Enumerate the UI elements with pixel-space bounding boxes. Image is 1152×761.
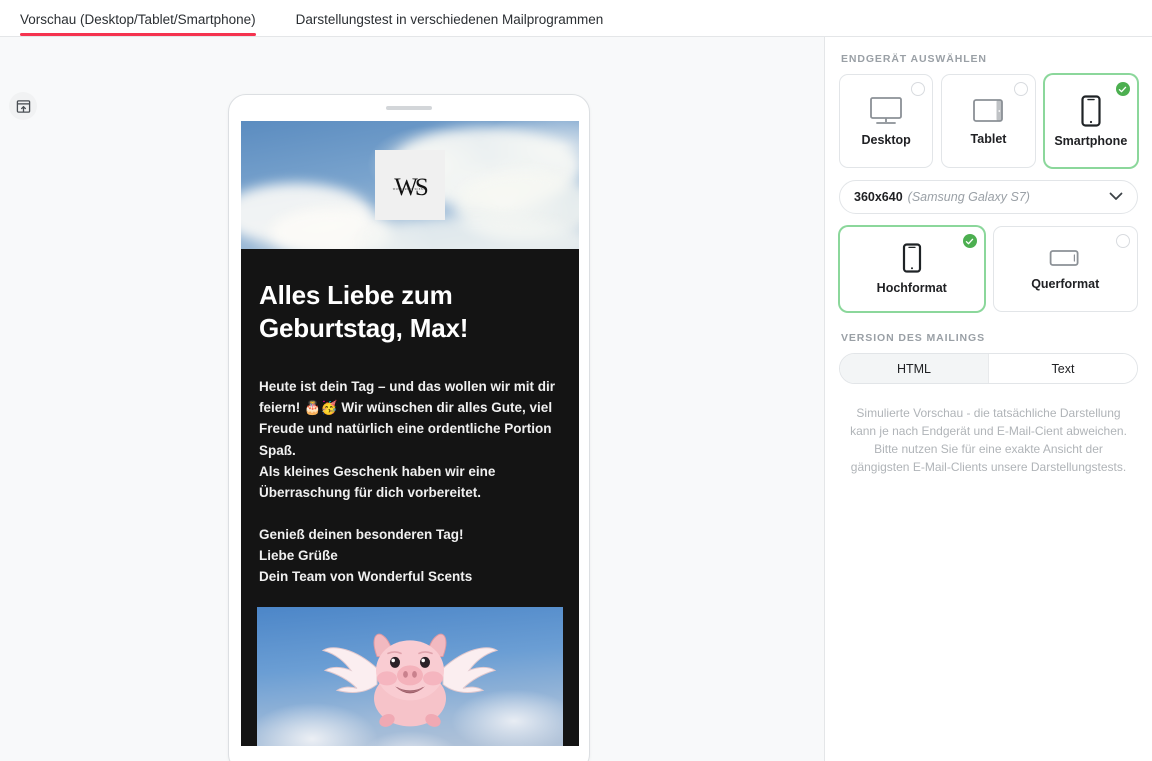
version-section-title: VERSION DES MAILINGS [841,332,1138,344]
device-section-title: ENDGERÄT AUSWÄHLEN [841,53,1138,65]
email-footer-image-wrap [241,599,579,746]
orientation-card-row: Hochformat Querformat [839,226,1138,312]
preview-area: WS WONDERFUL SCENTS Alles Liebe zum Gebu… [0,37,825,761]
email-hero-image: WS WONDERFUL SCENTS [241,121,579,249]
tab-darstellungstest[interactable]: Darstellungstest in verschiedenen Mailpr… [276,13,624,37]
orientation-card-landscape[interactable]: Querformat [993,226,1139,312]
orientation-radio-landscape[interactable] [1116,234,1130,248]
flying-pig-illustration [315,615,505,745]
tab-vorschau-label: Vorschau (Desktop/Tablet/Smartphone) [20,12,256,27]
phone-screen: WS WONDERFUL SCENTS Alles Liebe zum Gebu… [241,121,579,746]
orientation-label-portrait: Hochformat [877,281,947,295]
phone-speaker [386,106,432,110]
device-card-desktop[interactable]: Desktop [839,74,933,168]
version-segmented-control: HTML Text [839,353,1138,384]
tab-darstellungstest-label: Darstellungstest in verschiedenen Mailpr… [296,12,604,27]
resolution-value: 360x640 [854,190,903,204]
preview-hint-text: Simulierte Vorschau - die tatsächliche D… [839,404,1138,476]
brand-logo-subtext: WONDERFUL SCENTS [393,188,428,191]
device-radio-tablet[interactable] [1014,82,1028,96]
flying-pig-image [257,607,563,746]
device-card-smartphone[interactable]: Smartphone [1044,74,1138,168]
device-radio-smartphone[interactable] [1116,82,1130,96]
device-radio-desktop[interactable] [911,82,925,96]
settings-sidebar: ENDGERÄT AUSWÄHLEN Desktop Tablet [825,37,1152,761]
tab-vorschau[interactable]: Vorschau (Desktop/Tablet/Smartphone) [0,13,276,37]
check-icon [1118,85,1127,94]
version-option-text-label: Text [1052,362,1075,376]
resolution-device-note: (Samsung Galaxy S7) [908,190,1030,204]
device-label-tablet: Tablet [971,132,1007,146]
device-label-desktop: Desktop [862,133,911,147]
desktop-monitor-icon [867,96,905,126]
phone-frame: WS WONDERFUL SCENTS Alles Liebe zum Gebu… [228,94,590,761]
portrait-phone-icon [902,243,922,273]
orientation-card-portrait[interactable]: Hochformat [839,226,985,312]
chevron-down-icon [1109,190,1123,204]
landscape-phone-icon [1049,247,1081,269]
tablet-icon [971,97,1005,125]
main-content: WS WONDERFUL SCENTS Alles Liebe zum Gebu… [0,37,1152,761]
orientation-label-landscape: Querformat [1031,277,1099,291]
device-card-row: Desktop Tablet [839,74,1138,168]
email-paragraph-1: Heute ist dein Tag – und das wollen wir … [259,376,561,504]
version-option-text[interactable]: Text [988,354,1137,383]
email-body: Alles Liebe zum Geburtstag, Max! Heute i… [241,249,579,599]
email-paragraph-2: Genieß deinen besonderen Tag! Liebe Grüß… [259,524,561,588]
smartphone-icon [1080,95,1102,127]
device-card-tablet[interactable]: Tablet [941,74,1035,168]
version-option-html-label: HTML [897,362,931,376]
orientation-radio-portrait[interactable] [963,234,977,248]
popout-window-button[interactable] [9,92,37,120]
brand-logo: WS WONDERFUL SCENTS [375,150,445,220]
resolution-select[interactable]: 360x640 (Samsung Galaxy S7) [839,180,1138,214]
tab-bar: Vorschau (Desktop/Tablet/Smartphone) Dar… [0,0,1152,37]
email-heading: Alles Liebe zum Geburtstag, Max! [259,279,561,346]
popout-window-icon [16,99,31,114]
device-label-smartphone: Smartphone [1054,134,1127,148]
check-icon [965,237,974,246]
version-option-html[interactable]: HTML [840,354,988,383]
